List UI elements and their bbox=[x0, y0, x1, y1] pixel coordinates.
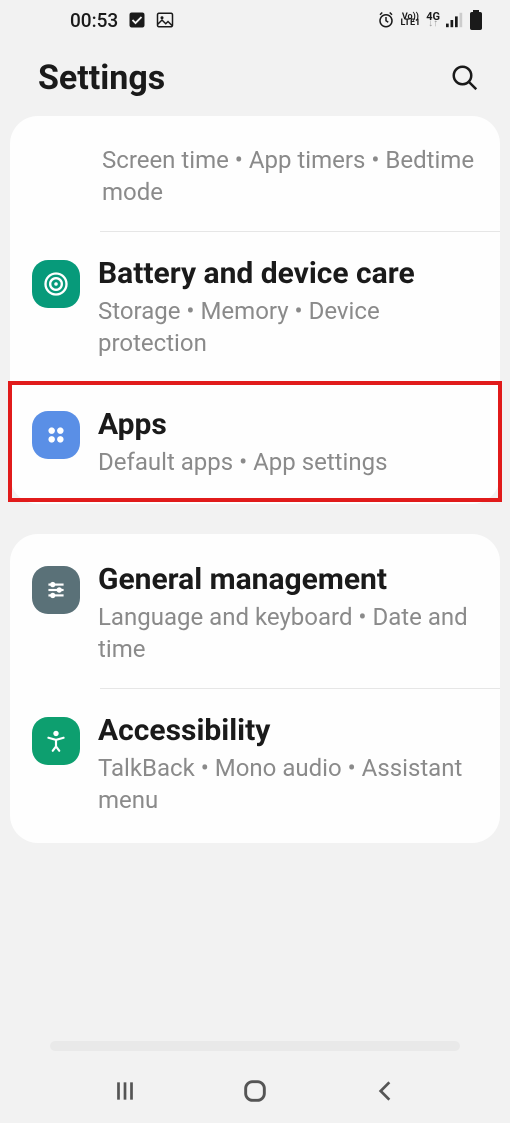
signal-icon bbox=[446, 12, 464, 28]
status-bar: 00:53 Vo)) LTE1 4G ↓↑ bbox=[0, 0, 510, 40]
settings-row-apps[interactable]: Apps Default apps • App settings bbox=[10, 383, 500, 500]
settings-row-accessibility[interactable]: Accessibility TalkBack • Mono audio • As… bbox=[10, 689, 500, 839]
row-subtitle: Screen time • App timers • Bedtime mode bbox=[102, 144, 478, 209]
scroll-indicator bbox=[50, 1041, 460, 1051]
settings-group-device: Screen time • App timers • Bedtime mode … bbox=[10, 116, 500, 504]
status-left: 00:53 bbox=[70, 9, 174, 32]
battery-icon bbox=[470, 10, 482, 30]
status-right: Vo)) LTE1 4G ↓↑ bbox=[377, 10, 482, 30]
row-title: Apps bbox=[98, 405, 478, 444]
navigation-bar bbox=[0, 1059, 510, 1123]
alarm-icon bbox=[377, 11, 395, 29]
apps-icon bbox=[32, 411, 80, 459]
row-subtitle: Default apps • App settings bbox=[98, 446, 478, 478]
status-time: 00:53 bbox=[70, 9, 118, 32]
check-icon bbox=[128, 11, 146, 29]
search-icon[interactable] bbox=[450, 63, 480, 93]
accessibility-icon bbox=[32, 717, 80, 765]
settings-content: Screen time • App timers • Bedtime mode … bbox=[0, 116, 510, 843]
volte-indicator: Vo)) LTE1 bbox=[401, 14, 421, 27]
row-title: General management bbox=[98, 560, 478, 599]
row-subtitle: Language and keyboard • Date and time bbox=[98, 601, 478, 666]
network-indicator: 4G ↓↑ bbox=[426, 13, 440, 28]
home-button[interactable] bbox=[241, 1077, 269, 1105]
settings-row-general[interactable]: General management Language and keyboard… bbox=[10, 538, 500, 688]
header: Settings bbox=[0, 40, 510, 116]
battery-care-icon bbox=[32, 260, 80, 308]
settings-row-battery[interactable]: Battery and device care Storage • Memory… bbox=[10, 232, 500, 382]
settings-group-system: General management Language and keyboard… bbox=[10, 534, 500, 843]
row-title: Accessibility bbox=[98, 711, 478, 750]
row-title: Battery and device care bbox=[98, 254, 478, 293]
settings-row-digital-wellbeing[interactable]: Screen time • App timers • Bedtime mode bbox=[10, 120, 500, 231]
back-button[interactable] bbox=[372, 1078, 398, 1104]
recents-button[interactable] bbox=[112, 1078, 138, 1104]
row-subtitle: Storage • Memory • Device protection bbox=[98, 295, 478, 360]
row-subtitle: TalkBack • Mono audio • Assistant menu bbox=[98, 752, 478, 817]
general-management-icon bbox=[32, 566, 80, 614]
image-icon bbox=[156, 11, 174, 29]
page-title: Settings bbox=[38, 58, 165, 98]
